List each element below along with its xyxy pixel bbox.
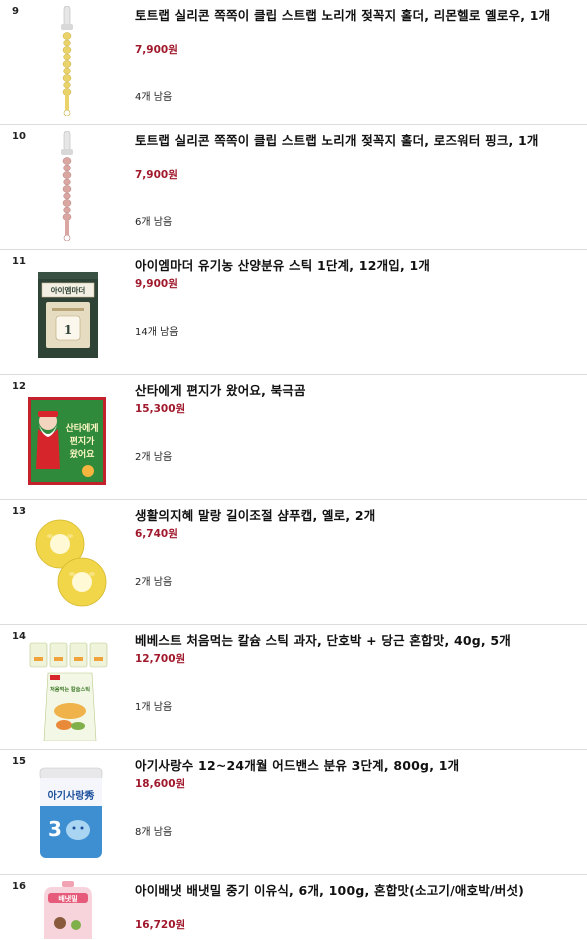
rank-number: 16 bbox=[12, 881, 26, 892]
rank-number: 10 bbox=[12, 131, 26, 142]
stock-remaining: 14개 남음 bbox=[135, 327, 179, 338]
product-title[interactable]: 토트랩 실리콘 쪽쪽이 클립 스트랩 노리개 젖꼭지 홀더, 리몬헬로 옐로우,… bbox=[135, 8, 575, 24]
product-price: 7,900원 bbox=[135, 44, 178, 56]
product-price: 18,600원 bbox=[135, 778, 186, 790]
stock-remaining: 6개 남음 bbox=[135, 217, 173, 228]
list-item[interactable]: 16 배냇밀 아이배냇 배냇밀 중기 이유식, 6개, 100g, 혼합맛(소고… bbox=[0, 875, 587, 940]
product-title[interactable]: 토트랩 실리콘 쪽쪽이 클립 스트랩 노리개 젖꼭지 홀더, 로즈워터 핑크, … bbox=[135, 133, 575, 149]
product-image[interactable]: 아이엠마더 1 bbox=[26, 256, 108, 366]
product-image[interactable]: 처음먹는 칼슘스틱 bbox=[26, 631, 108, 741]
list-item[interactable]: 13 생활의지혜 말랑 길이조절 샴푸캡, 옐로, 2개 6,740원 2개 남… bbox=[0, 500, 587, 625]
stock-remaining: 1개 남음 bbox=[135, 702, 173, 713]
product-price: 16,720원 bbox=[135, 919, 186, 931]
product-price: 6,740원 bbox=[135, 528, 178, 540]
product-price: 7,900원 bbox=[135, 169, 178, 181]
list-item[interactable]: 15 아기사랑秀 3 아기사랑수 12~24개월 어드밴스 분유 3단계, 80… bbox=[0, 750, 587, 875]
stock-remaining: 8개 남음 bbox=[135, 827, 173, 838]
stock-remaining: 2개 남음 bbox=[135, 452, 173, 463]
list-item[interactable]: 10 토트랩 실리콘 쪽쪽이 클립 스트랩 노리개 젖꼭지 홀더, 로즈워터 핑… bbox=[0, 125, 587, 250]
list-item[interactable]: 14 처음먹는 칼슘스틱 베베스트 처음먹는 칼슘 스틱 과자, 단호박 + 당… bbox=[0, 625, 587, 750]
list-item[interactable]: 12 산타에게 편지가 왔어요 산타에게 편지가 왔어요, 북극곰 15,300… bbox=[0, 375, 587, 500]
rank-number: 13 bbox=[12, 506, 26, 517]
stock-remaining: 4개 남음 bbox=[135, 92, 173, 103]
svg-text:편지가: 편지가 bbox=[70, 435, 96, 447]
svg-text:아기사랑秀: 아기사랑秀 bbox=[48, 789, 95, 802]
product-title[interactable]: 베베스트 처음먹는 칼슘 스틱 과자, 단호박 + 당근 혼합맛, 40g, 5… bbox=[135, 633, 575, 649]
product-title[interactable]: 생활의지혜 말랑 길이조절 샴푸캡, 옐로, 2개 bbox=[135, 508, 575, 524]
svg-text:아이엠마더: 아이엠마더 bbox=[51, 285, 86, 295]
svg-text:3: 3 bbox=[48, 817, 62, 841]
product-title[interactable]: 아기사랑수 12~24개월 어드밴스 분유 3단계, 800g, 1개 bbox=[135, 758, 575, 774]
rank-number: 15 bbox=[12, 756, 26, 767]
product-image[interactable] bbox=[26, 506, 108, 616]
rank-number: 9 bbox=[12, 6, 19, 17]
product-image[interactable] bbox=[26, 131, 108, 241]
product-image[interactable]: 배냇밀 bbox=[26, 881, 108, 939]
svg-text:처음먹는 칼슘스틱: 처음먹는 칼슘스틱 bbox=[50, 685, 90, 693]
svg-text:배냇밀: 배냇밀 bbox=[58, 894, 77, 903]
product-price: 15,300원 bbox=[135, 403, 186, 415]
product-image[interactable]: 산타에게 편지가 왔어요 bbox=[26, 381, 108, 491]
product-title[interactable]: 아이엠마더 유기농 산양분유 스틱 1단계, 12개입, 1개 bbox=[135, 258, 575, 274]
svg-text:1: 1 bbox=[64, 323, 72, 337]
rank-number: 12 bbox=[12, 381, 26, 392]
rank-number: 11 bbox=[12, 256, 26, 267]
product-image[interactable] bbox=[26, 6, 108, 116]
product-title[interactable]: 아이배냇 배냇밀 중기 이유식, 6개, 100g, 혼합맛(소고기/애호박/버… bbox=[135, 883, 575, 899]
product-price: 9,900원 bbox=[135, 278, 178, 290]
svg-text:왔어요: 왔어요 bbox=[70, 448, 96, 460]
svg-text:산타에게: 산타에게 bbox=[65, 422, 98, 434]
product-price: 12,700원 bbox=[135, 653, 186, 665]
list-item[interactable]: 9 토트랩 실리콘 쪽쪽이 클립 스트랩 노리개 젖꼭지 홀더, 리몬헬로 옐로… bbox=[0, 0, 587, 125]
product-list: 9 토트랩 실리콘 쪽쪽이 클립 스트랩 노리개 젖꼭지 홀더, 리몬헬로 옐로… bbox=[0, 0, 587, 940]
stock-remaining: 2개 남음 bbox=[135, 577, 173, 588]
product-title[interactable]: 산타에게 편지가 왔어요, 북극곰 bbox=[135, 383, 575, 399]
product-image[interactable]: 아기사랑秀 3 bbox=[26, 756, 108, 866]
list-item[interactable]: 11 아이엠마더 1 아이엠마더 유기농 산양분유 스틱 1단계, 12개입, … bbox=[0, 250, 587, 375]
rank-number: 14 bbox=[12, 631, 26, 642]
